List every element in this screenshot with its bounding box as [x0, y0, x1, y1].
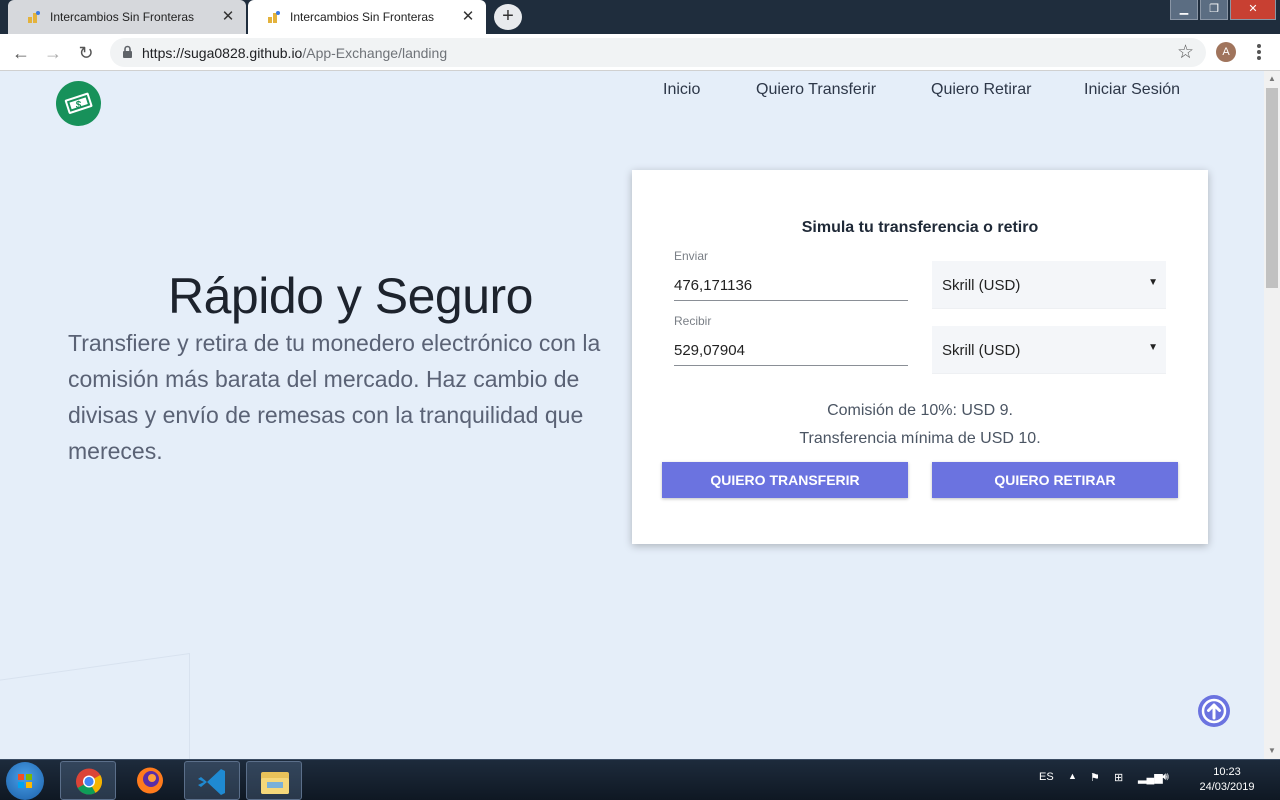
show-hidden-icons-icon[interactable]: ▲: [1068, 771, 1077, 781]
site-favicon-icon: [266, 9, 282, 25]
scrollbar-thumb[interactable]: [1266, 88, 1278, 288]
taskbar-firefox[interactable]: [122, 761, 178, 800]
nav-link-quiero-transferir[interactable]: Quiero Transferir: [756, 81, 876, 99]
close-tab-icon[interactable]: ✕: [460, 9, 476, 25]
send-label: Enviar: [674, 249, 709, 263]
page-scrollbar[interactable]: ▲ ▼: [1264, 71, 1280, 759]
tab-strip: Intercambios Sin Fronteras ✕ Intercambio…: [0, 0, 1280, 34]
minimum-transfer-text: Transferencia mínima de USD 10.: [799, 430, 1041, 447]
receive-amount-input[interactable]: [674, 336, 908, 366]
profile-avatar[interactable]: A: [1216, 42, 1236, 62]
page-viewport: $ Inicio Quiero Transferir Quiero Retira…: [0, 71, 1264, 759]
network-icon[interactable]: ⊞: [1114, 771, 1123, 784]
money-icon: $: [64, 92, 93, 114]
browser-toolbar: ← → ↻ https://suga0828.github.io/App-Exc…: [0, 34, 1280, 71]
scroll-to-top-button[interactable]: [1198, 695, 1230, 727]
reload-icon[interactable]: ↻: [75, 42, 97, 64]
svg-text:$: $: [76, 100, 82, 111]
taskbar-file-explorer[interactable]: [246, 761, 302, 800]
url-host: https://suga0828.github.io: [142, 45, 303, 61]
windows-logo-icon: [18, 774, 32, 788]
send-amount-input[interactable]: [674, 271, 908, 301]
nav-link-inicio[interactable]: Inicio: [663, 81, 700, 99]
tab-title: Intercambios Sin Fronteras: [290, 10, 435, 24]
simulator-title: Simula tu transferencia o retiro: [801, 219, 1039, 236]
url-text: https://suga0828.github.io/App-Exchange/…: [142, 45, 447, 61]
forward-arrow-icon[interactable]: →: [42, 42, 64, 64]
taskbar-vscode[interactable]: [184, 761, 240, 800]
bookmark-star-icon[interactable]: ☆: [1177, 41, 1194, 64]
address-bar[interactable]: https://suga0828.github.io/App-Exchange/…: [110, 38, 1206, 67]
dropdown-arrow-icon: ▼: [1148, 277, 1158, 288]
scroll-down-icon[interactable]: ▼: [1264, 743, 1280, 759]
hero-description: Transfiere y retira de tu monedero elect…: [68, 330, 601, 464]
lock-icon: [123, 45, 132, 58]
url-path: /App-Exchange/landing: [302, 45, 448, 61]
send-currency-select[interactable]: Skrill (USD) ▼: [932, 261, 1166, 309]
maximize-button[interactable]: ❐: [1200, 0, 1228, 20]
window-controls: ▁ ❐ ✕: [1168, 0, 1276, 20]
window-close-button[interactable]: ✕: [1230, 0, 1276, 20]
browser-menu-icon[interactable]: [1252, 42, 1266, 62]
clock-date: 24/03/2019: [1199, 781, 1255, 793]
chrome-icon: [76, 768, 103, 795]
tab-inactive[interactable]: Intercambios Sin Fronteras ✕: [8, 0, 246, 34]
arrow-up-icon: [1201, 698, 1227, 724]
decorative-shape: [0, 652, 190, 759]
send-currency-value: Skrill (USD): [942, 277, 1021, 294]
nav-link-quiero-retirar[interactable]: Quiero Retirar: [931, 81, 1031, 99]
receive-currency-select[interactable]: Skrill (USD) ▼: [932, 326, 1166, 374]
dropdown-arrow-icon: ▼: [1148, 342, 1158, 353]
tab-title: Intercambios Sin Fronteras: [50, 10, 195, 24]
withdraw-button[interactable]: QUIERO RETIRAR: [932, 462, 1178, 498]
simulator-card: Simula tu transferencia o retiro Enviar …: [632, 170, 1208, 544]
hero-title: Rápido y Seguro: [168, 268, 533, 324]
firefox-icon: [137, 767, 163, 794]
nav-link-iniciar-sesion[interactable]: Iniciar Sesión: [1084, 81, 1180, 99]
brand-logo[interactable]: $: [56, 81, 101, 126]
commission-text: Comisión de 10%: USD 9.: [827, 402, 1013, 419]
new-tab-button[interactable]: +: [494, 4, 522, 30]
back-arrow-icon[interactable]: ←: [10, 42, 32, 64]
windows-taskbar: ES ▲ ⚑ ⊞ ▂▄▆ 🔊︎ 10:23 24/03/2019: [0, 759, 1280, 800]
start-button[interactable]: [6, 762, 44, 800]
receive-label: Recibir: [674, 314, 712, 328]
clock-time: 10:23: [1213, 766, 1241, 778]
action-center-icon[interactable]: ⚑: [1090, 771, 1100, 784]
transfer-button[interactable]: QUIERO TRANSFERIR: [662, 462, 908, 498]
vscode-icon: [198, 769, 225, 795]
close-tab-icon[interactable]: ✕: [220, 9, 236, 25]
site-favicon-icon: [26, 9, 42, 25]
signal-icon[interactable]: ▂▄▆: [1138, 771, 1163, 784]
scroll-up-icon[interactable]: ▲: [1264, 71, 1280, 87]
receive-currency-value: Skrill (USD): [942, 342, 1021, 359]
minimize-button[interactable]: ▁: [1170, 0, 1198, 20]
taskbar-chrome[interactable]: [60, 761, 116, 800]
language-indicator[interactable]: ES: [1039, 771, 1054, 783]
folder-icon: [261, 772, 289, 794]
volume-icon[interactable]: 🔊︎: [1162, 771, 1169, 784]
tab-active[interactable]: Intercambios Sin Fronteras ✕: [248, 0, 486, 34]
system-clock[interactable]: 10:23 24/03/2019: [1192, 765, 1262, 795]
